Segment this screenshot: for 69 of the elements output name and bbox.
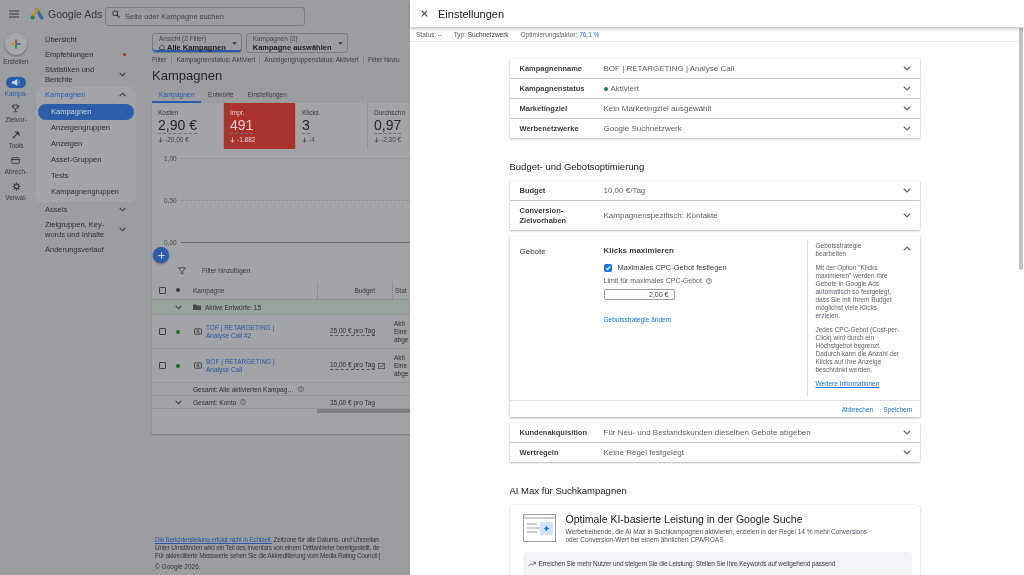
help-icon[interactable] (705, 277, 712, 284)
chevron-down-icon[interactable] (902, 106, 911, 111)
chevron-down-icon[interactable] (902, 86, 911, 91)
house-icon (159, 44, 165, 50)
dropdown-caret-icon (231, 41, 237, 45)
setting-value: 10,00 €/Tag (603, 185, 646, 196)
megaphone-icon (6, 77, 26, 88)
arrow-down-icon (302, 137, 307, 143)
window-search-icon (194, 362, 202, 369)
setting-value: Aktiviert (610, 83, 639, 94)
credit-card-icon (11, 155, 21, 166)
setting-value: Für Neu- und Bestandskunden dieselben Gebote abgeben (603, 427, 811, 438)
chevron-up-icon[interactable] (119, 92, 126, 97)
chevron-down-icon[interactable] (902, 126, 911, 131)
chevron-down-icon[interactable] (902, 213, 911, 218)
graph-icon[interactable] (378, 362, 385, 369)
chevron-down-icon[interactable] (902, 188, 911, 193)
arrow-down-icon (158, 137, 163, 143)
checkbox[interactable] (158, 328, 166, 335)
status-dot-icon (603, 86, 608, 91)
search-icon (112, 10, 120, 18)
plus-icon (5, 33, 27, 55)
chevron-down-icon[interactable] (174, 399, 182, 405)
page-title: Kampagnen (152, 68, 224, 83)
chevron-down-icon[interactable] (119, 227, 126, 232)
settings-icon (11, 181, 21, 192)
logo-icon (30, 8, 44, 20)
trophy-icon (11, 103, 21, 114)
setting-value: Google Suchnetzwerk (603, 123, 682, 134)
section-title: Budget- und Gebotsoptimierung (509, 161, 646, 173)
chevron-down-icon[interactable] (902, 66, 911, 71)
close-icon[interactable] (421, 10, 428, 17)
plus-icon (157, 251, 165, 259)
chevron-up-icon[interactable] (902, 246, 911, 251)
chevron-down-icon[interactable] (174, 304, 182, 310)
window-search-icon (194, 328, 202, 335)
metric-value: 3 (302, 117, 310, 134)
metric-value: 0,97 (374, 117, 402, 134)
arrow-down-icon (374, 137, 379, 143)
chevron-down-icon[interactable] (902, 430, 911, 435)
metric-value: 491 (230, 117, 254, 134)
setting-value: BOF | RETARGETING | Analyse Call (603, 63, 735, 74)
horizontal-scrollbar[interactable] (317, 409, 410, 413)
ai-max-heading: Optimale KI-basierte Leistung in der Google Suche (565, 513, 804, 526)
filter-icon[interactable] (178, 266, 186, 275)
chevron-down-icon[interactable] (119, 207, 126, 212)
product-name: Google Ads (48, 8, 103, 20)
window-sparkle-icon (522, 514, 556, 542)
checkbox[interactable] (158, 286, 166, 294)
setting-value: Kampagnenspezifisch: Kontakte (603, 210, 718, 221)
setting-value: Kein Marketingziel ausgewählt (603, 103, 712, 114)
add-button[interactable] (153, 247, 169, 263)
chevron-down-icon[interactable] (902, 450, 911, 455)
folder-icon (193, 303, 201, 311)
chevron-down-icon[interactable] (119, 72, 126, 77)
status-column-icon (176, 288, 180, 292)
arrow-down-icon (230, 137, 235, 143)
checkbox[interactable] (603, 263, 612, 272)
metric-value: 2,90 € (158, 117, 197, 134)
bid-strategy-name: Klicks maximieren (603, 246, 674, 256)
section-title: AI Max für Suchkampagnen (509, 485, 628, 497)
trending-up-icon (527, 561, 536, 567)
panel-title: Einstellungen (438, 7, 505, 20)
setting-value: Keine Regel festgelegt (603, 447, 684, 458)
scrollbar[interactable] (1019, 28, 1023, 270)
tools-icon (11, 129, 21, 140)
checkbox[interactable] (158, 362, 166, 369)
setting-label: Gebote (519, 246, 547, 257)
dropdown-caret-icon (337, 41, 343, 45)
